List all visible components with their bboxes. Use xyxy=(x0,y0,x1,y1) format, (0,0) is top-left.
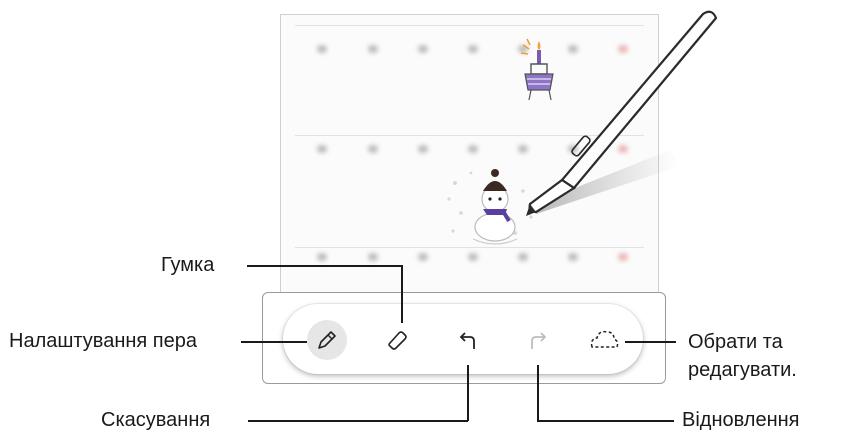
callout-line-redo-v xyxy=(537,365,539,421)
callout-line-undo xyxy=(248,420,468,422)
select-edit-label: Обрати та редагувати. xyxy=(688,331,797,381)
callout-line-eraser-v xyxy=(401,265,403,323)
redo-button[interactable] xyxy=(518,320,558,360)
callout-line-pen xyxy=(241,341,307,343)
redo-arrow-icon xyxy=(531,332,547,349)
eraser-icon xyxy=(388,331,407,350)
pen-icon xyxy=(318,331,336,349)
eraser-label: Гумка xyxy=(161,254,215,276)
redo-label: Відновлення xyxy=(682,409,800,431)
lasso-select-icon xyxy=(590,330,619,348)
callout-line-select xyxy=(625,341,676,343)
undo-arrow-icon xyxy=(459,332,475,349)
callout-line-eraser xyxy=(247,265,402,267)
undo-label: Скасування xyxy=(101,409,211,431)
eraser-button[interactable] xyxy=(377,320,417,360)
pen-settings-button[interactable] xyxy=(307,320,347,360)
pen-settings-label: Налаштування пера xyxy=(9,330,197,352)
select-edit-button[interactable] xyxy=(584,320,624,360)
s-pen-stylus xyxy=(526,10,718,216)
callout-line-undo-v xyxy=(467,365,469,421)
callout-line-redo xyxy=(537,420,674,422)
undo-button[interactable] xyxy=(448,320,488,360)
